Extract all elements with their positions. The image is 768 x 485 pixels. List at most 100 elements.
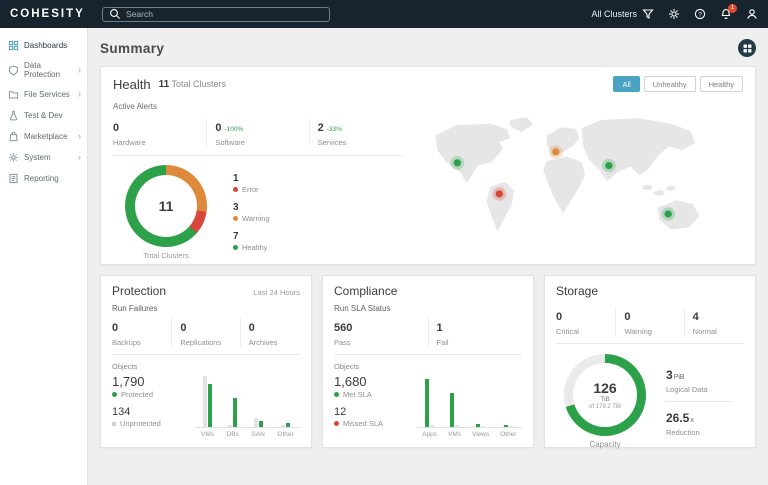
stat-backups: 0 Backups bbox=[112, 318, 172, 347]
world-map bbox=[419, 98, 743, 256]
shield-icon bbox=[8, 65, 19, 76]
protection-card: Protection Last 24 Hours Run Failures 0 … bbox=[100, 275, 312, 448]
chevron-right-icon: › bbox=[78, 90, 81, 99]
filter-healthy-button[interactable]: Healthy bbox=[700, 76, 743, 92]
health-legend: 1 Error 3 Warning 7 Healthy bbox=[233, 173, 270, 252]
legend-healthy: 7 Healthy bbox=[233, 231, 270, 252]
compliance-objects-summary: 1,680 Met SLA 12 Missed SLA bbox=[334, 374, 417, 438]
bar-group-views: Views bbox=[472, 376, 489, 438]
capacity-unit: TiB bbox=[600, 396, 610, 403]
donut-center-value: 11 bbox=[135, 175, 197, 237]
active-alerts-stats: 0 Hardware 0-100% Software 2-33% Service… bbox=[113, 118, 403, 156]
sidebar-item-file-services[interactable]: File Services › bbox=[0, 84, 87, 105]
dashboard-apps-button[interactable] bbox=[738, 39, 756, 57]
sidebar-item-data-protection[interactable]: Data Protection › bbox=[0, 56, 87, 84]
stat-fail: 1 Fail bbox=[437, 318, 523, 347]
sidebar: Dashboards Data Protection › File Servic… bbox=[0, 28, 88, 485]
stat-replications: 0 Replications bbox=[180, 318, 240, 347]
sidebar-item-dashboards[interactable]: Dashboards bbox=[0, 35, 87, 56]
filter-unhealthy-button[interactable]: Unhealthy bbox=[644, 76, 696, 92]
map-continents bbox=[435, 117, 699, 231]
page-title: Summary bbox=[100, 41, 164, 56]
stat-pass: 560 Pass bbox=[334, 318, 429, 347]
cohesity-logo: COHESITY bbox=[10, 8, 92, 20]
logical-data-metric: 3PiB Logical Data bbox=[666, 366, 732, 394]
chevron-right-icon: › bbox=[78, 132, 81, 141]
sidebar-item-test-dev[interactable]: Test & Dev bbox=[0, 105, 87, 126]
cluster-selector[interactable]: All Clusters bbox=[591, 8, 654, 21]
divider bbox=[666, 401, 732, 402]
protection-period: Last 24 Hours bbox=[253, 288, 300, 297]
settings-gear-icon[interactable] bbox=[667, 8, 680, 21]
active-alerts-label: Active Alerts bbox=[113, 102, 403, 111]
health-title: Health bbox=[113, 77, 151, 92]
topbar-right: All Clusters ? 1 bbox=[591, 8, 758, 21]
stat-critical: 0 Critical bbox=[556, 307, 616, 336]
warning-dot-icon bbox=[233, 216, 238, 221]
notifications-bell-icon[interactable]: 1 bbox=[719, 8, 732, 21]
run-failures-label: Run Failures bbox=[112, 304, 300, 313]
protection-objects-summary: 1,790 Protected 134 Unprotected bbox=[112, 374, 195, 438]
protection-title: Protection bbox=[112, 284, 166, 298]
protected-count: 1,790 bbox=[112, 374, 195, 389]
sidebar-item-label: System bbox=[24, 153, 51, 162]
stat-normal: 4 Normal bbox=[693, 307, 744, 336]
alert-stat-services: 2-33% Services bbox=[318, 118, 403, 147]
map-marker-north-america[interactable] bbox=[450, 156, 464, 170]
apps-grid-icon bbox=[743, 44, 752, 53]
storage-title: Storage bbox=[556, 284, 598, 298]
notification-badge: 1 bbox=[728, 4, 737, 13]
map-marker-europe[interactable] bbox=[549, 145, 563, 159]
alert-stat-software: 0-100% Software bbox=[215, 118, 309, 147]
map-marker-australia[interactable] bbox=[661, 207, 675, 221]
alert-stat-hardware: 0 Hardware bbox=[113, 118, 207, 147]
sidebar-item-marketplace[interactable]: Marketplace › bbox=[0, 126, 87, 147]
storage-card: Storage 0 Critical 0 Warning 4 Normal bbox=[544, 275, 756, 448]
capacity-caption: Capacity bbox=[564, 440, 646, 449]
map-marker-south-america[interactable] bbox=[492, 187, 506, 201]
shopping-bag-icon bbox=[8, 131, 19, 142]
protected-dot-icon bbox=[112, 392, 117, 397]
capacity-value: 126 bbox=[593, 381, 616, 395]
chevron-right-icon: › bbox=[78, 153, 81, 162]
search-input[interactable] bbox=[126, 9, 323, 19]
health-filter-group: All Unhealthy Healthy bbox=[613, 76, 743, 92]
healthy-dot-icon bbox=[233, 245, 238, 250]
folder-icon bbox=[8, 89, 19, 100]
bar-group-other: Other bbox=[500, 376, 516, 438]
map-marker-asia[interactable] bbox=[602, 159, 616, 173]
capacity-gauge: 126 TiB of 179.2 TiB Capacity bbox=[564, 354, 646, 449]
filter-funnel-icon bbox=[641, 8, 654, 21]
unprotected-count: 134 bbox=[112, 406, 195, 418]
filter-all-button[interactable]: All bbox=[613, 76, 639, 92]
storage-metrics: 3PiB Logical Data 26.5x Reduction bbox=[666, 366, 732, 437]
sidebar-item-system[interactable]: System › bbox=[0, 147, 87, 168]
bar-group-san: SAN bbox=[251, 376, 264, 438]
capacity-of-total: of 179.2 TiB bbox=[589, 404, 621, 410]
topbar: COHESITY All Clusters ? 1 bbox=[0, 0, 768, 28]
gear-icon bbox=[8, 152, 19, 163]
error-dot-icon bbox=[233, 187, 238, 192]
sidebar-item-reporting[interactable]: Reporting bbox=[0, 168, 87, 189]
compliance-title: Compliance bbox=[334, 284, 397, 298]
met-sla-dot-icon bbox=[334, 392, 339, 397]
clusters-donut-chart: 11 Total Clusters bbox=[125, 165, 207, 260]
chevron-right-icon: › bbox=[78, 66, 81, 75]
sidebar-item-label: Dashboards bbox=[24, 41, 67, 50]
help-icon[interactable]: ? bbox=[693, 8, 706, 21]
report-document-icon bbox=[8, 173, 19, 184]
sidebar-item-label: Reporting bbox=[24, 174, 59, 183]
sidebar-item-label: File Services bbox=[24, 90, 70, 99]
unprotected-dot-icon bbox=[112, 422, 116, 426]
bar-group-apps: Apps bbox=[422, 376, 437, 438]
stat-archives: 0 Archives bbox=[249, 318, 300, 347]
user-account-icon[interactable] bbox=[745, 8, 758, 21]
missed-sla-count: 12 bbox=[334, 406, 417, 418]
objects-label: Objects bbox=[334, 362, 522, 371]
search-box[interactable] bbox=[102, 7, 330, 22]
chart-axis bbox=[417, 427, 522, 428]
sla-stats: 560 Pass 1 Fail bbox=[334, 318, 522, 355]
sidebar-item-label: Data Protection bbox=[24, 61, 73, 79]
chart-axis bbox=[195, 427, 300, 428]
cluster-selector-label: All Clusters bbox=[591, 9, 637, 19]
